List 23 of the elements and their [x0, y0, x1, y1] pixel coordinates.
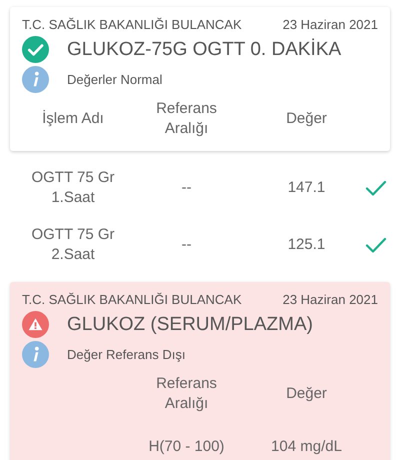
column-header: İşlem Adı: [42, 109, 104, 129]
table-cell-text: --: [180, 178, 192, 198]
status-message: Değer Referans Dışı: [67, 347, 186, 362]
institution-name: T.C. SAĞLIK BAKANLIĞI BULANCAK: [22, 17, 242, 32]
column-header: Değer: [286, 109, 327, 129]
test-title: GLUKOZ (SERUM/PLAZMA): [67, 314, 313, 336]
column-header: Referans Aralığı: [155, 374, 218, 414]
test-title: GLUKOZ-75G OGTT 0. DAKİKA: [67, 38, 342, 60]
result-date: 23 Haziran 2021: [282, 292, 378, 307]
table-cell-text: 104 mg/dL: [270, 437, 343, 457]
table-cell-text: OGTT 75 Gr 1.Saat: [30, 168, 116, 208]
table-cell-text: OGTT 75 Gr 2.Saat: [30, 224, 116, 264]
table-cell-text: 125.1: [286, 234, 326, 254]
result-date: 23 Haziran 2021: [282, 17, 378, 32]
status-message: Değerler Normal: [67, 72, 162, 87]
table-cell-text: --: [180, 234, 192, 254]
table-cell-text: 147.1: [286, 178, 326, 198]
table-cell-text: H(70 - 100): [148, 437, 226, 457]
column-header: Referans Aralığı: [155, 99, 218, 139]
info-icon: [22, 66, 49, 93]
column-header: Değer: [286, 384, 327, 404]
institution-name: T.C. SAĞLIK BAKANLIĞI BULANCAK: [22, 292, 242, 307]
info-icon: [22, 341, 49, 368]
